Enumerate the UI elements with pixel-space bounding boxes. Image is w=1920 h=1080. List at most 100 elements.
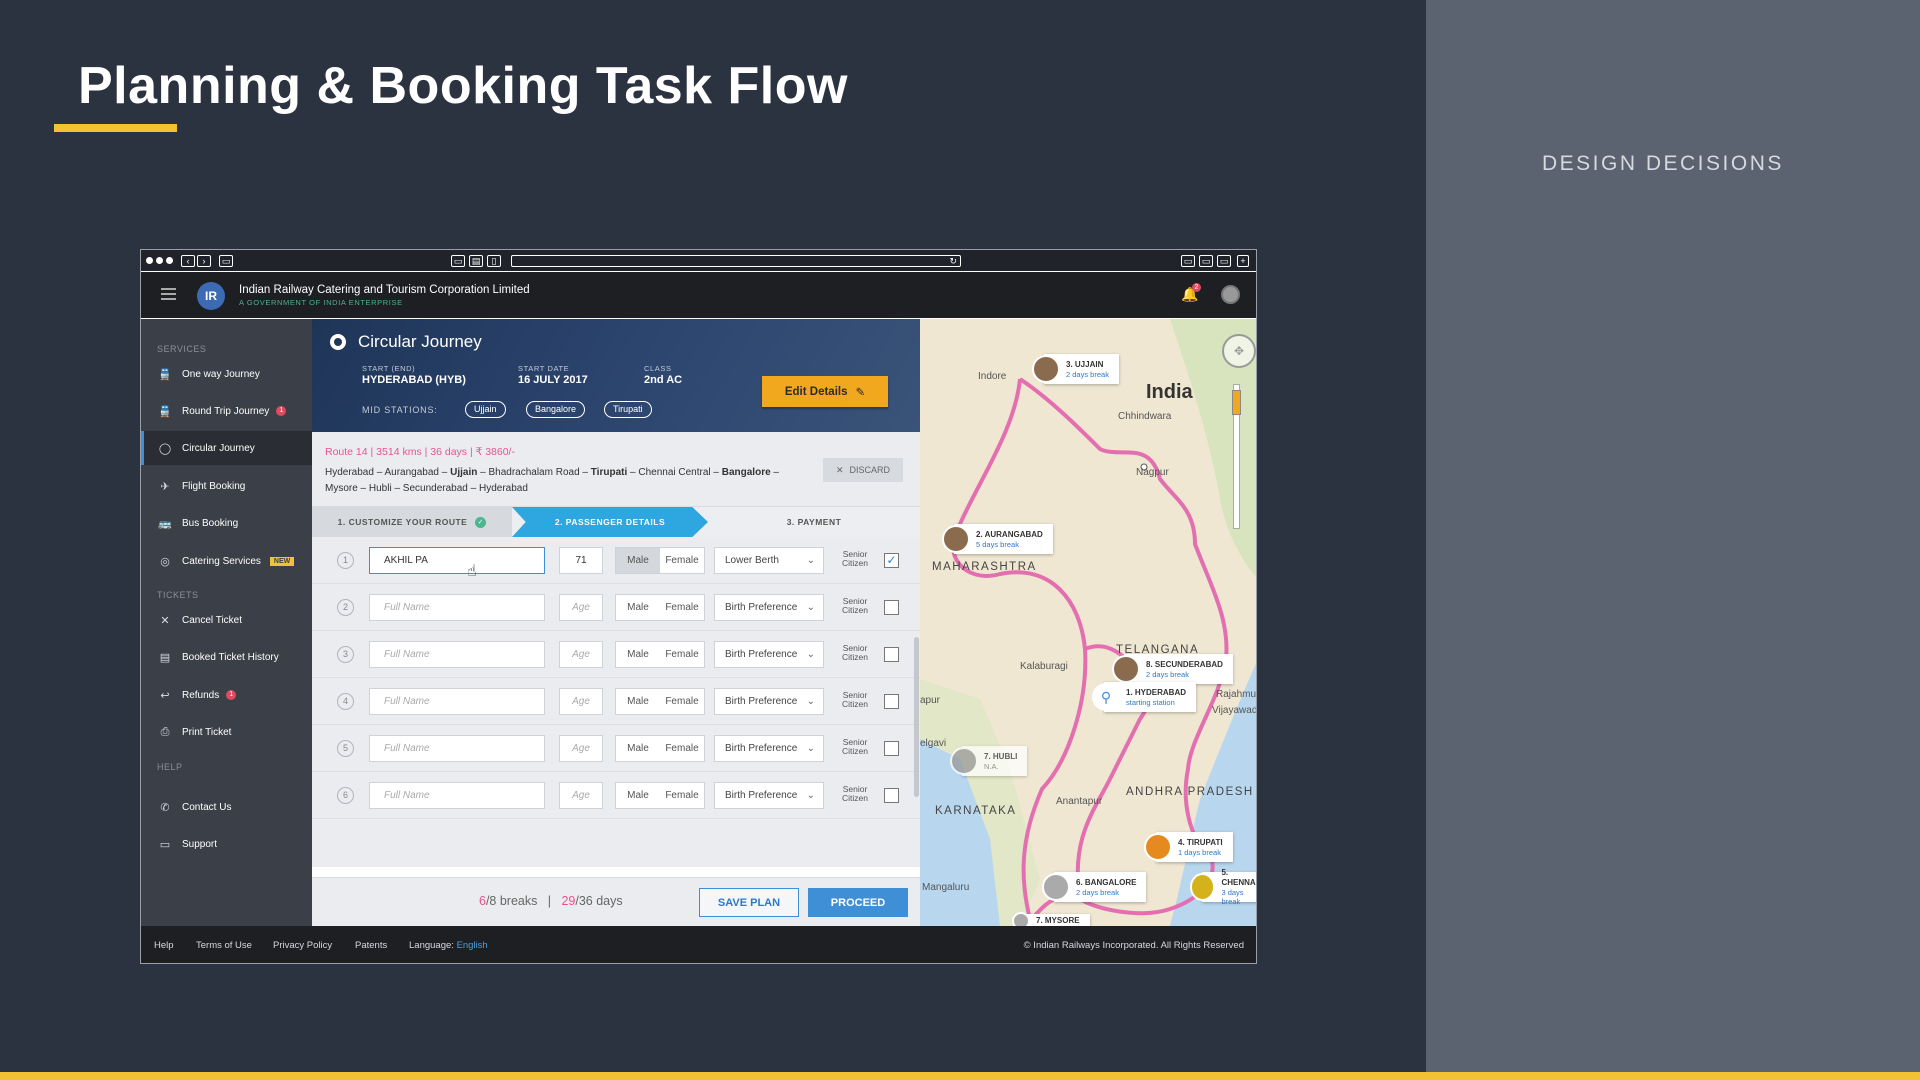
proceed-button[interactable]: PROCEED [808, 888, 908, 917]
gender-female-option[interactable]: Female [660, 783, 704, 808]
full-name-input[interactable]: Full Name [369, 782, 545, 809]
gender-female-option[interactable]: Female [660, 595, 704, 620]
berth-preference-select[interactable]: Birth Preference ⌄ [714, 735, 824, 762]
footer-link-help[interactable]: Help [154, 940, 174, 951]
chevron-right-icon[interactable]: › [197, 255, 211, 267]
full-name-input[interactable]: AKHIL PA [369, 547, 545, 574]
mid-station-chip[interactable]: Tirupati [604, 401, 652, 418]
settings-icon[interactable]: ▭ [1217, 255, 1231, 267]
chevron-left-icon[interactable]: ‹ [181, 255, 195, 267]
full-name-input[interactable]: Full Name [369, 594, 545, 621]
gender-male-option[interactable]: Male [616, 783, 660, 808]
sidebar-item-flight-booking[interactable]: ✈ Flight Booking [141, 469, 312, 503]
gender-female-option[interactable]: Female [660, 736, 704, 761]
new-tab-icon[interactable]: + [1237, 255, 1249, 267]
mid-station-chip[interactable]: Ujjain [465, 401, 506, 418]
berth-preference-select[interactable]: Birth Preference ⌄ [714, 688, 824, 715]
gender-male-option[interactable]: Male [616, 689, 660, 714]
sidebar-item-print-ticket[interactable]: ⎙ Print Ticket [141, 715, 312, 749]
reload-icon[interactable]: ↻ [949, 256, 957, 266]
gender-toggle[interactable]: Male Female [615, 688, 705, 715]
route-map[interactable]: India Indore Chhindwara Nagpur MAHARASHT… [920, 319, 1256, 926]
passenger-scrollbar[interactable] [914, 637, 919, 797]
berth-preference-select[interactable]: Birth Preference ⌄ [714, 594, 824, 621]
sidebar-item-support[interactable]: ▭ Support [141, 827, 312, 861]
window-controls[interactable] [146, 257, 173, 264]
discard-button[interactable]: ✕ DISCARD [823, 458, 903, 482]
sidebar-item-refunds[interactable]: ↩ Refunds 1 [141, 678, 312, 712]
step-payment[interactable]: 3. PAYMENT [708, 507, 920, 537]
irctc-logo[interactable]: IR [197, 282, 225, 310]
hamburger-menu-icon[interactable] [161, 288, 176, 303]
sidebar-toggle-icon[interactable]: ▭ [219, 255, 233, 267]
window-icon[interactable]: ▭ [1199, 255, 1213, 267]
sidebar-item-booked-ticket-history[interactable]: ▤ Booked Ticket History [141, 640, 312, 674]
share-icon[interactable]: ▭ [451, 255, 465, 267]
map-stop-card[interactable]: 3. UJJAIN 2 days break [1032, 354, 1119, 384]
age-input[interactable]: Age [559, 688, 603, 715]
map-stop-card[interactable]: 7. HUBLI N.A. [950, 746, 1028, 776]
berth-preference-select[interactable]: Birth Preference ⌄ [714, 641, 824, 668]
footer-link-terms[interactable]: Terms of Use [196, 940, 252, 951]
map-stop-card[interactable]: 4. TIRUPATI 1 days break [1144, 832, 1233, 862]
berth-preference-select[interactable]: Lower Berth ⌄ [714, 547, 824, 574]
sidebar-item-circular-journey[interactable]: ◯ Circular Journey [141, 431, 312, 465]
berth-preference-select[interactable]: Birth Preference ⌄ [714, 782, 824, 809]
step-passenger-details[interactable]: 2. PASSENGER DETAILS [512, 507, 708, 537]
gender-male-option[interactable]: Male [616, 595, 660, 620]
age-input[interactable]: Age [559, 641, 603, 668]
senior-citizen-checkbox[interactable] [884, 694, 899, 709]
senior-citizen-checkbox[interactable] [884, 647, 899, 662]
mid-station-chip[interactable]: Bangalore [526, 401, 586, 418]
map-stop-card[interactable]: 5. CHENNAI 3 days break [1190, 868, 1256, 906]
gender-toggle[interactable]: Male Female [615, 641, 705, 668]
footer-link-patents[interactable]: Patents [355, 940, 387, 951]
sidebar-item-one-way-journey[interactable]: 🚆 One way Journey [141, 357, 312, 391]
gender-male-option[interactable]: Male [616, 736, 660, 761]
footer-link-privacy[interactable]: Privacy Policy [273, 940, 332, 951]
pan-control-icon[interactable]: ✥ [1222, 334, 1256, 368]
gender-female-option[interactable]: Female [660, 689, 704, 714]
full-name-input[interactable]: Full Name [369, 735, 545, 762]
senior-citizen-checkbox[interactable] [884, 788, 899, 803]
gender-toggle[interactable]: Male Female [615, 735, 705, 762]
age-input[interactable]: Age [559, 735, 603, 762]
gender-toggle[interactable]: Male Female [615, 594, 705, 621]
language-selector[interactable]: Language: English [409, 940, 488, 951]
sidebar-item-contact-us[interactable]: ✆ Contact Us [141, 790, 312, 824]
avatar[interactable] [1221, 285, 1240, 304]
sidebar-item-bus-booking[interactable]: 🚌 Bus Booking [141, 506, 312, 540]
full-name-input[interactable]: Full Name [369, 688, 545, 715]
sidebar-item-round-trip-journey[interactable]: 🚆 Round Trip Journey 1 [141, 394, 312, 428]
sidebar-item-cancel-ticket[interactable]: ✕ Cancel Ticket [141, 603, 312, 637]
gender-toggle[interactable]: Male Female [615, 782, 705, 809]
map-stop-card[interactable]: 2. AURANGABAD 5 days break [942, 524, 1053, 554]
save-plan-button[interactable]: SAVE PLAN [699, 888, 799, 917]
zoom-slider-handle[interactable] [1232, 390, 1241, 415]
age-input[interactable]: Age [559, 594, 603, 621]
zoom-slider[interactable] [1232, 384, 1241, 529]
map-stop-card[interactable]: ⚲ 1. HYDERABAD starting station [1092, 682, 1197, 712]
gender-male-option[interactable]: Male [616, 548, 660, 573]
age-input[interactable]: 71 [559, 547, 603, 574]
age-input[interactable]: Age [559, 782, 603, 809]
gender-toggle[interactable]: Male Female [615, 547, 705, 574]
tabs-icon[interactable]: ▤ [469, 255, 483, 267]
senior-citizen-checkbox[interactable] [884, 600, 899, 615]
language-value[interactable]: English [457, 940, 488, 951]
step-customize-route[interactable]: 1. CUSTOMIZE YOUR ROUTE ✓ [312, 507, 512, 537]
address-bar[interactable]: ↻ [511, 255, 961, 267]
gender-female-option[interactable]: Female [660, 642, 704, 667]
map-stop-card[interactable]: 7. MYSORE [1012, 912, 1090, 926]
map-stop-card[interactable]: 6. BANGALORE 2 days break [1042, 872, 1147, 902]
senior-citizen-checkbox[interactable] [884, 741, 899, 756]
sidebar-item-catering-services[interactable]: ◎ Catering Services NEW [141, 544, 312, 578]
map-stop-card[interactable]: 8. SECUNDERABAD 2 days break [1112, 654, 1233, 684]
edit-details-button[interactable]: Edit Details ✎ [762, 376, 888, 407]
download-icon[interactable]: ▭ [1181, 255, 1195, 267]
senior-citizen-checkbox[interactable]: ✓ [884, 553, 899, 568]
gender-male-option[interactable]: Male [616, 642, 660, 667]
gender-female-option[interactable]: Female [660, 548, 704, 573]
full-name-input[interactable]: Full Name [369, 641, 545, 668]
bookmark-icon[interactable]: ▯ [487, 255, 501, 267]
